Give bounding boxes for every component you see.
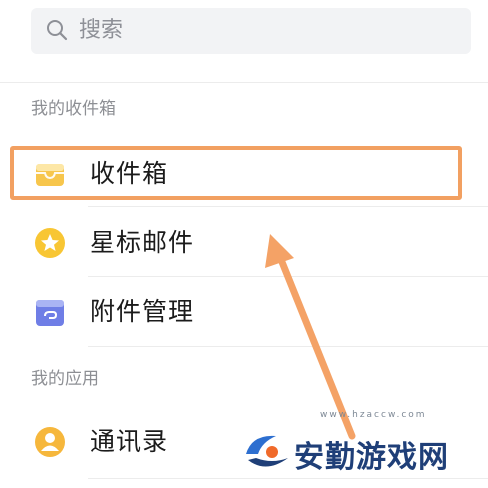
watermark: www.hzaccw.com 安勤游戏网	[236, 398, 488, 488]
watermark-title: 安勤游戏网	[294, 440, 449, 475]
watermark-logo-icon	[246, 435, 288, 467]
watermark-url: www.hzaccw.com	[320, 410, 427, 420]
